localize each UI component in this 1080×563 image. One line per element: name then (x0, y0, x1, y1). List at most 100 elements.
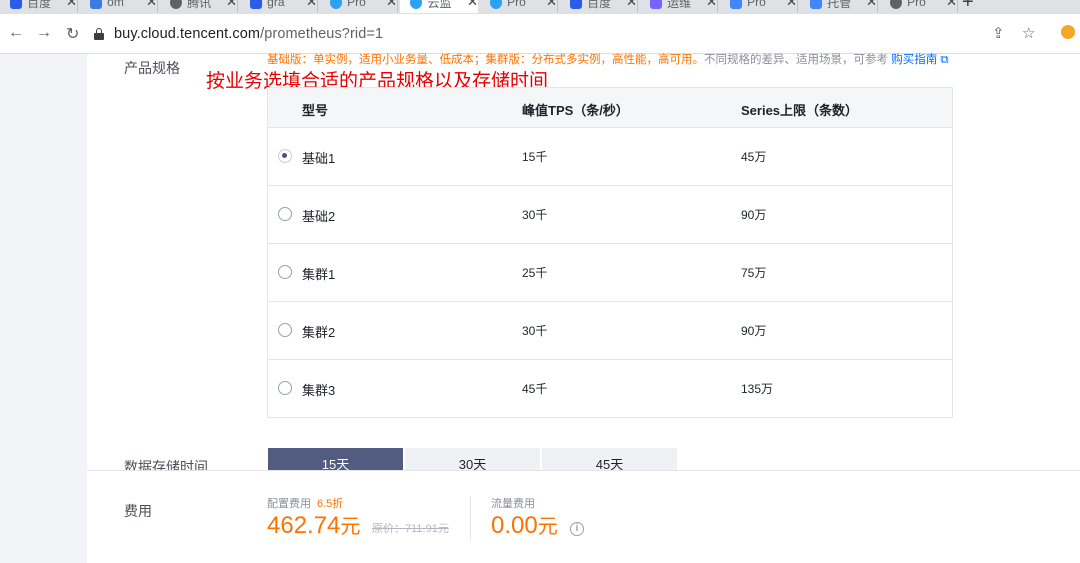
browser-tab[interactable]: 运维 ✕ (640, 0, 718, 13)
browser-tab[interactable]: gra ✕ (240, 0, 318, 13)
tab-title: 托管 (827, 0, 852, 10)
divider (470, 496, 471, 540)
row-series-value: 135万 (741, 382, 774, 396)
tab-title: Pro (507, 0, 526, 9)
close-tab-icon[interactable]: ✕ (306, 0, 317, 10)
tab-title: 百度 (27, 0, 52, 10)
close-tab-icon[interactable]: ✕ (386, 0, 397, 10)
row-series-value: 90万 (741, 324, 767, 338)
original-price: 原价：711.91元 (372, 523, 449, 535)
tab-title: Pro (907, 0, 926, 9)
forward-arrow-icon[interactable]: → (36, 24, 52, 42)
discount-badge: 6.5折 (317, 498, 344, 510)
browser-tab[interactable]: 百度 ✕ (0, 0, 78, 13)
extension-icon[interactable] (1061, 25, 1075, 39)
flow-fee-label: 流量费用 (491, 498, 535, 510)
close-tab-icon[interactable]: ✕ (66, 0, 77, 10)
browser-tab-active[interactable]: 云监 ✕ (400, 0, 478, 13)
row-model-name: 集群3 (302, 383, 336, 398)
radio-button[interactable] (278, 207, 292, 221)
tab-favicon-icon (570, 0, 583, 9)
browser-tab[interactable]: om ✕ (80, 0, 158, 13)
column-header-model: 型号 (302, 103, 329, 118)
row-series-value: 90万 (741, 208, 767, 222)
tab-favicon-icon (90, 0, 103, 9)
close-tab-icon[interactable]: ✕ (146, 0, 157, 10)
spec-table: 型号 峰值TPS（条/秒） Series上限（条数） 基础1 15千 45万 基… (267, 87, 953, 418)
browser-tab[interactable]: Pro ✕ (320, 0, 398, 13)
tab-title: 云监 (427, 0, 452, 10)
tab-title: om (107, 0, 124, 9)
row-tps-value: 15千 (522, 150, 548, 164)
fee-label: 费用 (124, 503, 152, 519)
close-tab-icon[interactable]: ✕ (786, 0, 797, 10)
share-icon[interactable]: ⇪ (992, 24, 1005, 42)
browser-tab[interactable]: 百度 ✕ (560, 0, 638, 13)
tab-favicon-icon (810, 0, 823, 9)
browser-tab-strip: 百度 ✕ om ✕ 腾讯 ✕ gra ✕ Pro ✕ 云监 ✕ Pro ✕ 百度 ✕ 运维 ✕ P… (0, 0, 1080, 14)
table-header: 型号 峰值TPS（条/秒） Series上限（条数） (268, 88, 952, 128)
table-row[interactable]: 基础1 15千 45万 (268, 128, 952, 186)
url-text[interactable]: buy.cloud.tencent.com/prometheus?rid=1 (114, 26, 383, 42)
table-row[interactable]: 集群1 25千 75万 (268, 244, 952, 302)
table-row[interactable]: 集群3 45千 135万 (268, 360, 952, 418)
tab-favicon-icon (410, 0, 423, 9)
fee-footer (87, 470, 1080, 563)
column-header-tps: 峰值TPS（条/秒） (522, 103, 629, 118)
close-tab-icon[interactable]: ✕ (946, 0, 957, 10)
close-tab-icon[interactable]: ✕ (467, 0, 478, 10)
info-icon[interactable]: i (570, 522, 584, 536)
storage-option-45-days[interactable]: 45天 (542, 448, 677, 470)
bookmark-star-icon[interactable]: ☆ (1022, 24, 1035, 42)
tab-favicon-icon (10, 0, 23, 9)
tab-favicon-icon (650, 0, 663, 9)
back-arrow-icon[interactable]: ← (8, 24, 24, 42)
radio-button[interactable] (278, 381, 292, 395)
tab-title: gra (267, 0, 285, 9)
new-tab-button[interactable]: + (962, 0, 974, 14)
close-tab-icon[interactable]: ✕ (546, 0, 557, 10)
tab-title: 运维 (667, 0, 692, 10)
tab-favicon-icon (490, 0, 503, 9)
config-fee-label: 配置费用 6.5折 (267, 498, 344, 510)
tab-title: Pro (347, 0, 366, 9)
tab-title: 百度 (587, 0, 612, 10)
external-link-icon[interactable]: ⧉ (937, 54, 948, 66)
radio-button-checked[interactable] (278, 149, 292, 163)
browser-tab[interactable]: Pro ✕ (880, 0, 958, 13)
storage-option-30-days[interactable]: 30天 (405, 448, 540, 470)
browser-tab[interactable]: 腾讯 ✕ (160, 0, 238, 13)
row-tps-value: 30千 (522, 208, 548, 222)
row-model-name: 基础2 (302, 209, 336, 224)
buy-guide-link[interactable]: 购买指南 (891, 54, 937, 66)
tab-favicon-icon (890, 0, 903, 9)
row-model-name: 集群1 (302, 267, 336, 282)
row-series-value: 45万 (741, 150, 767, 164)
tab-favicon-icon (250, 0, 263, 9)
reload-icon[interactable]: ↻ (66, 24, 79, 44)
radio-button[interactable] (278, 265, 292, 279)
close-tab-icon[interactable]: ✕ (866, 0, 877, 10)
tab-title: 腾讯 (187, 0, 212, 10)
table-row[interactable]: 基础2 30千 90万 (268, 186, 952, 244)
url-field[interactable]: buy.cloud.tencent.com/prometheus?rid=1 (94, 19, 1024, 49)
config-price: 462.74元 (267, 512, 361, 539)
browser-tab[interactable]: 托管 ✕ (800, 0, 878, 13)
browser-tab[interactable]: Pro ✕ (480, 0, 558, 13)
row-tps-value: 45千 (522, 382, 548, 396)
lock-icon (94, 28, 104, 40)
row-series-value: 75万 (741, 266, 767, 280)
close-tab-icon[interactable]: ✕ (706, 0, 717, 10)
close-tab-icon[interactable]: ✕ (626, 0, 637, 10)
spec-label: 产品规格 (124, 60, 180, 76)
radio-button[interactable] (278, 323, 292, 337)
table-row[interactable]: 集群2 30千 90万 (268, 302, 952, 360)
spec-hint: 基础版：单实例，适用小业务量、低成本；集群版：分布式多实例，高性能，高可用。不同… (267, 54, 949, 66)
close-tab-icon[interactable]: ✕ (226, 0, 237, 10)
storage-option-15-days[interactable]: 15天 (268, 448, 403, 470)
row-model-name: 集群2 (302, 325, 336, 340)
tab-favicon-icon (170, 0, 183, 9)
tab-title: Pro (747, 0, 766, 9)
browser-tab[interactable]: Pro ✕ (720, 0, 798, 13)
column-header-series: Series上限（条数） (741, 103, 859, 118)
